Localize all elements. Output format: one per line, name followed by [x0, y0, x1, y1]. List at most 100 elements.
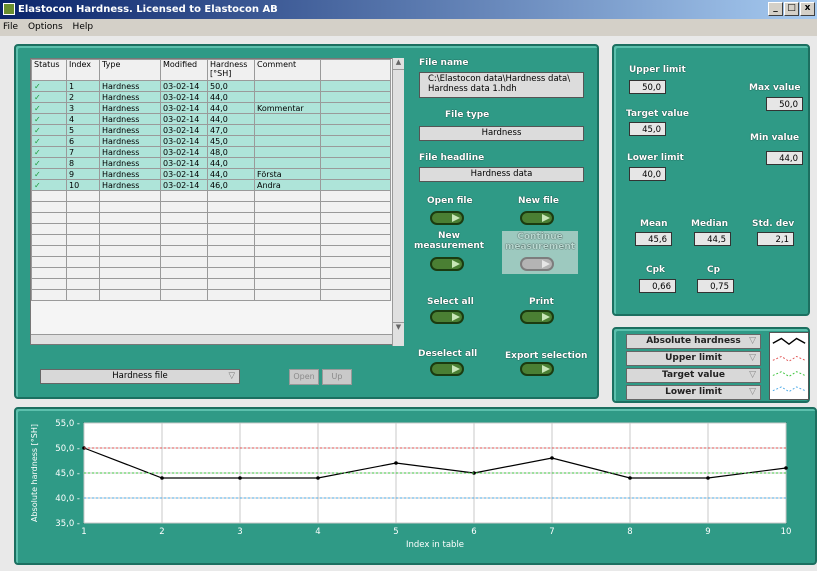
- legend-lower-limit[interactable]: Lower limit ▽: [626, 385, 761, 400]
- table-row-empty[interactable]: [31, 256, 391, 268]
- table-horizontal-scrollbar[interactable]: [31, 334, 392, 344]
- new-measurement-button[interactable]: [430, 257, 464, 271]
- table-row[interactable]: ✓ 2 Hardness 03-02-14 44,0: [31, 91, 391, 103]
- select-all-button[interactable]: [430, 310, 464, 324]
- cell-status: ✓: [31, 168, 67, 180]
- legend-upper-limit[interactable]: Upper limit ▽: [626, 351, 761, 366]
- table-row-empty[interactable]: [31, 201, 391, 213]
- menu-file[interactable]: File: [3, 22, 18, 32]
- open-button[interactable]: Open: [289, 369, 319, 385]
- cell-index: 9: [66, 168, 100, 180]
- median-label: Median: [691, 219, 729, 229]
- cell-index: 5: [66, 124, 100, 136]
- col-modified[interactable]: Modified: [160, 59, 208, 81]
- table-row-empty[interactable]: [31, 234, 391, 246]
- median-value: 44,5: [694, 232, 731, 246]
- cell-empty: [99, 256, 161, 268]
- cell-empty: [66, 223, 100, 235]
- table-row[interactable]: ✓ 8 Hardness 03-02-14 44,0: [31, 157, 391, 169]
- table-row[interactable]: ✓ 1 Hardness 03-02-14 50,0: [31, 80, 391, 92]
- table-vertical-scrollbar[interactable]: ▲ ▼: [392, 58, 404, 346]
- x-tick-label: 2: [159, 527, 164, 537]
- cell-empty: [207, 234, 255, 246]
- cell-empty: [160, 267, 208, 279]
- cell-empty: [207, 212, 255, 224]
- cell-comment: [254, 113, 321, 125]
- table-row[interactable]: ✓ 6 Hardness 03-02-14 45,0: [31, 135, 391, 147]
- legend-swatch-absolute-hardness: [772, 337, 806, 346]
- x-axis-label: Index in table: [406, 540, 464, 550]
- cell-status: ✓: [31, 113, 67, 125]
- cell-empty: [207, 267, 255, 279]
- cell-empty: [31, 190, 67, 202]
- menu-help[interactable]: Help: [73, 22, 94, 32]
- mean-value: 45,6: [635, 232, 672, 246]
- legend-swatch-target-value: [772, 371, 806, 378]
- print-button[interactable]: [520, 310, 554, 324]
- col-status[interactable]: Status: [31, 59, 67, 81]
- cell-comment: [254, 135, 321, 147]
- table-row[interactable]: ✓ 9 Hardness 03-02-14 44,0 Första: [31, 168, 391, 180]
- export-selection-button[interactable]: [520, 362, 554, 376]
- menu-bar: File Options Help: [0, 19, 817, 36]
- upper-limit-label: Upper limit: [629, 65, 686, 75]
- cell-empty: [31, 223, 67, 235]
- cell-blank: [320, 146, 391, 158]
- cell-empty: [207, 289, 255, 301]
- scroll-down-arrow-icon[interactable]: ▼: [393, 322, 404, 334]
- window-controls: _ □ x: [768, 2, 815, 16]
- continue-measurement-button[interactable]: [520, 257, 554, 271]
- cell-empty: [160, 201, 208, 213]
- cell-index: 7: [66, 146, 100, 158]
- cell-status: ✓: [31, 91, 67, 103]
- table-row-empty[interactable]: [31, 245, 391, 257]
- up-button[interactable]: Up: [322, 369, 352, 385]
- cell-hardness: 44,0: [207, 113, 255, 125]
- table-row[interactable]: ✓ 10 Hardness 03-02-14 46,0 Andra: [31, 179, 391, 191]
- table-row[interactable]: ✓ 3 Hardness 03-02-14 44,0 Kommentar: [31, 102, 391, 114]
- table-row[interactable]: ✓ 4 Hardness 03-02-14 44,0: [31, 113, 391, 125]
- cell-empty: [160, 278, 208, 290]
- col-type[interactable]: Type: [99, 59, 161, 81]
- cpk-label: Cpk: [646, 265, 666, 275]
- maximize-button[interactable]: □: [784, 2, 799, 16]
- table-row-empty[interactable]: [31, 223, 391, 235]
- cell-modified: 03-02-14: [160, 135, 208, 147]
- close-button[interactable]: x: [800, 2, 815, 16]
- x-tick-label: 9: [705, 527, 710, 537]
- legend-target-value[interactable]: Target value ▽: [626, 368, 761, 383]
- minimize-button[interactable]: _: [768, 2, 783, 16]
- file-type-select[interactable]: Hardness file ▽: [40, 369, 240, 384]
- cell-empty: [254, 267, 321, 279]
- cell-empty: [254, 190, 321, 202]
- window-title: Elastocon Hardness. Licensed to Elastoco…: [18, 4, 278, 15]
- legend-absolute-hardness-label: Absolute hardness: [646, 336, 741, 346]
- file-type-value: Hardness: [481, 128, 522, 138]
- col-hardness[interactable]: Hardness [°SH]: [207, 59, 255, 81]
- deselect-all-button[interactable]: [430, 362, 464, 376]
- table-row[interactable]: ✓ 5 Hardness 03-02-14 47,0: [31, 124, 391, 136]
- cell-status: ✓: [31, 80, 67, 92]
- y-tick-label: 45,0 -: [55, 469, 80, 479]
- open-file-button[interactable]: [430, 211, 464, 225]
- cell-modified: 03-02-14: [160, 113, 208, 125]
- cell-empty: [31, 256, 67, 268]
- min-value-value: 44,0: [766, 151, 803, 165]
- table-row-empty[interactable]: [31, 212, 391, 224]
- menu-options[interactable]: Options: [28, 22, 63, 32]
- table-row-empty[interactable]: [31, 289, 391, 301]
- table-row-empty[interactable]: [31, 190, 391, 202]
- data-point: [160, 476, 164, 480]
- new-file-button[interactable]: [520, 211, 554, 225]
- cell-index: 10: [66, 179, 100, 191]
- legend-absolute-hardness[interactable]: Absolute hardness ▽: [626, 334, 761, 349]
- cell-type: Hardness: [99, 135, 161, 147]
- col-comment[interactable]: Comment: [254, 59, 321, 81]
- measurement-table: Status Index Type Modified Hardness [°SH…: [30, 58, 403, 345]
- table-row-empty[interactable]: [31, 267, 391, 279]
- table-row-empty[interactable]: [31, 278, 391, 290]
- cell-type: Hardness: [99, 91, 161, 103]
- scroll-up-arrow-icon[interactable]: ▲: [393, 58, 404, 70]
- col-index[interactable]: Index: [66, 59, 100, 81]
- table-row[interactable]: ✓ 7 Hardness 03-02-14 48,0: [31, 146, 391, 158]
